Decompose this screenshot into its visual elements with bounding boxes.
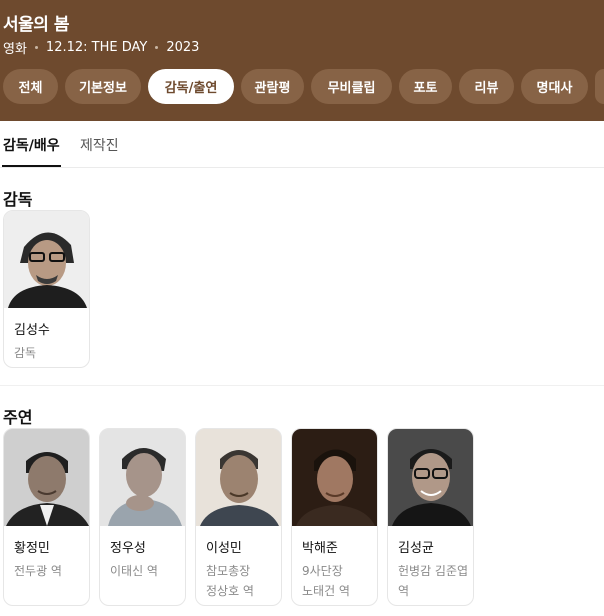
movie-meta: 영화 12.12: THE DAY 2023: [3, 38, 199, 57]
person-card[interactable]: 정우성 이태신 역: [99, 428, 186, 606]
person-card[interactable]: 이성민 참모총장 정상호 역: [195, 428, 282, 606]
meta-english-title: 12.12: THE DAY: [45, 40, 148, 55]
person-role: 참모총장 정상호 역: [206, 564, 254, 598]
person-role: 헌병감 김준엽 역: [398, 564, 469, 598]
person-role: 전두광 역: [14, 564, 62, 578]
person-role: 이태신 역: [110, 564, 158, 578]
person-role: 감독: [14, 346, 37, 360]
meta-separator: [155, 46, 159, 49]
tab-movie-clip[interactable]: 무비클립: [311, 69, 392, 104]
tab-reviews-rating[interactable]: 관람평: [241, 69, 304, 104]
subtab-director-actor[interactable]: 감독/배우: [3, 135, 60, 155]
person-name: 황정민: [14, 541, 50, 556]
tab-photo[interactable]: 포토: [399, 69, 452, 104]
section-title-cast: 주연: [3, 408, 33, 427]
meta-year: 2023: [166, 40, 200, 55]
tab-quotes[interactable]: 명대사: [521, 69, 588, 104]
active-subtab-indicator: [2, 165, 61, 167]
person-photo: [292, 429, 377, 526]
person-photo: [4, 211, 89, 308]
section-divider: [0, 385, 604, 386]
tab-all[interactable]: 전체: [3, 69, 58, 104]
tab-overflow[interactable]: [595, 69, 604, 104]
meta-separator: [34, 46, 38, 49]
tab-review[interactable]: 리뷰: [459, 69, 514, 104]
movie-header: 서울의 봄 영화 12.12: THE DAY 2023 전체 기본정보 감독/…: [0, 0, 604, 121]
tab-basic-info[interactable]: 기본정보: [65, 69, 141, 104]
person-card[interactable]: 김성수 감독: [3, 210, 90, 368]
person-name: 이성민: [206, 541, 242, 556]
movie-title: 서울의 봄: [3, 15, 69, 35]
person-photo: [196, 429, 281, 526]
person-name: 정우성: [110, 541, 146, 556]
subtab-crew[interactable]: 제작진: [80, 135, 119, 155]
person-name: 김성수: [14, 323, 50, 338]
person-photo: [4, 429, 89, 526]
person-card[interactable]: 김성균 헌병감 김준엽 역: [387, 428, 474, 606]
person-name: 박해준: [302, 541, 338, 556]
content-tabs: 전체 기본정보 감독/출연 관람평 무비클립 포토 리뷰 명대사: [0, 69, 604, 105]
person-role: 9사단장 노태건 역: [302, 564, 350, 598]
person-name: 김성균: [398, 541, 434, 556]
person-photo: [388, 429, 473, 526]
meta-type: 영화: [3, 42, 27, 57]
sub-tabs: 감독/배우 제작진: [0, 121, 604, 168]
tab-cast-crew[interactable]: 감독/출연: [148, 69, 234, 104]
person-card[interactable]: 박해준 9사단장 노태건 역: [291, 428, 378, 606]
person-photo: [100, 429, 185, 526]
person-card[interactable]: 황정민 전두광 역: [3, 428, 90, 606]
section-title-director: 감독: [3, 190, 33, 209]
